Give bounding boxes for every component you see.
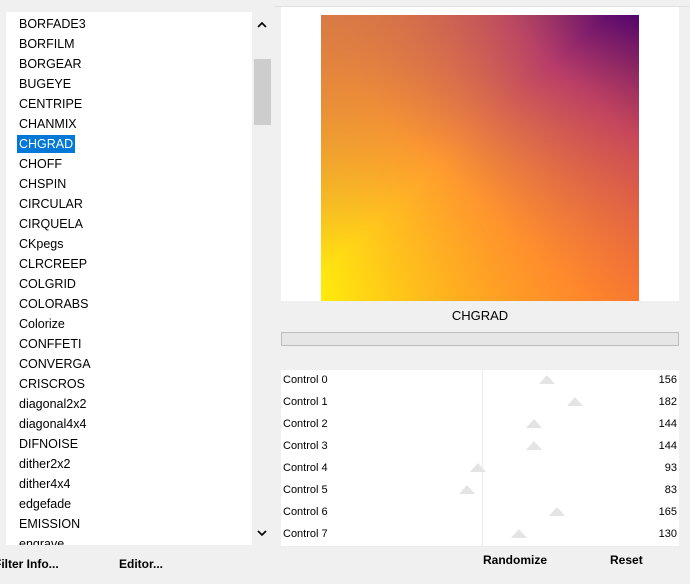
control-slider[interactable] (377, 392, 655, 414)
list-item[interactable]: CHOFF (17, 155, 64, 173)
reset-button[interactable]: Reset (610, 553, 643, 567)
preview-area (281, 7, 679, 301)
list-item[interactable]: engrave (17, 535, 66, 545)
list-item[interactable]: BUGEYE (17, 75, 73, 93)
slider-thumb[interactable] (525, 441, 542, 450)
control-row: Control 0 156 (281, 370, 679, 393)
control-row: Control 5 83 (281, 480, 679, 503)
control-slider[interactable] (377, 370, 655, 392)
control-row: Control 4 93 (281, 458, 679, 481)
control-value: 144 (658, 440, 677, 452)
control-slider[interactable] (377, 436, 655, 458)
list-item[interactable]: CENTRIPE (17, 95, 84, 113)
control-slider[interactable] (377, 480, 655, 502)
list-item[interactable]: COLGRID (17, 275, 78, 293)
list-item[interactable]: COLORABS (17, 295, 90, 313)
control-value: 182 (658, 396, 677, 408)
list-item[interactable]: BORFILM (17, 35, 77, 53)
list-item[interactable]: diagonal4x4 (17, 415, 88, 433)
filter-list[interactable]: BORFADE3 BORFILM BORGEAR BUGEYE CENTRIPE CHAN… (6, 12, 252, 545)
list-scrollbar[interactable] (252, 12, 271, 545)
progress-bar (281, 332, 679, 346)
control-row: Control 7 130 (281, 524, 679, 547)
slider-thumb[interactable] (567, 397, 584, 406)
list-item[interactable]: BORGEAR (17, 55, 84, 73)
control-slider[interactable] (377, 524, 655, 546)
control-label: Control 6 (283, 506, 328, 518)
control-slider[interactable] (377, 502, 655, 524)
list-item[interactable]: Colorize (17, 315, 67, 333)
list-item[interactable]: edgefade (17, 495, 73, 513)
scroll-down-button[interactable] (252, 521, 271, 545)
list-item[interactable]: CONVERGA (17, 355, 93, 373)
control-row: Control 6 165 (281, 502, 679, 525)
controls-panel: Control 0 156 Control 1 182 Control 2 144 Cont… (281, 370, 679, 547)
slider-thumb[interactable] (548, 507, 565, 516)
preview-image (321, 15, 639, 301)
control-value: 83 (664, 484, 677, 496)
randomize-button[interactable]: Randomize (483, 553, 547, 567)
control-value: 144 (658, 418, 677, 430)
slider-thumb[interactable] (459, 485, 476, 494)
list-item[interactable]: CHGRAD (17, 135, 76, 153)
control-label: Control 1 (283, 396, 328, 408)
control-label: Control 7 (283, 528, 328, 540)
control-label: Control 5 (283, 484, 328, 496)
control-slider[interactable] (377, 414, 655, 436)
scroll-thumb[interactable] (254, 59, 271, 125)
list-item[interactable]: CRISCROS (17, 375, 87, 393)
slider-center-tick (482, 414, 483, 436)
list-item[interactable]: dither4x4 (17, 475, 72, 493)
control-label: Control 2 (283, 418, 328, 430)
slider-center-tick (482, 524, 483, 546)
list-item[interactable]: diagonal2x2 (17, 395, 88, 413)
list-item[interactable]: CIRCULAR (17, 195, 85, 213)
slider-center-tick (482, 370, 483, 392)
list-item[interactable]: BORFADE3 (17, 15, 88, 33)
list-item[interactable]: CLRCREEP (17, 255, 89, 273)
slider-thumb[interactable] (539, 375, 556, 384)
chevron-up-icon (256, 21, 267, 28)
list-item[interactable]: DIFNOISE (17, 435, 80, 453)
control-label: Control 3 (283, 440, 328, 452)
slider-thumb[interactable] (510, 529, 527, 538)
list-item[interactable]: CKpegs (17, 235, 65, 253)
filter-info-button[interactable]: Filter Info... (0, 552, 59, 576)
list-item[interactable]: dither2x2 (17, 455, 72, 473)
control-value: 130 (658, 528, 677, 540)
list-item[interactable]: CIRQUELA (17, 215, 85, 233)
slider-thumb[interactable] (470, 463, 487, 472)
slider-center-tick (482, 502, 483, 524)
list-item[interactable]: EMISSION (17, 515, 82, 533)
chevron-down-icon (256, 529, 267, 536)
control-row: Control 2 144 (281, 414, 679, 437)
control-value: 156 (658, 374, 677, 386)
control-value: 93 (664, 462, 677, 474)
editor-button[interactable]: Editor... (119, 552, 163, 576)
slider-center-tick (482, 480, 483, 502)
control-label: Control 0 (283, 374, 328, 386)
list-item[interactable]: CHSPIN (17, 175, 68, 193)
left-panel: BORFADE3 BORFILM BORGEAR BUGEYE CENTRIPE CHAN… (0, 0, 276, 584)
filter-name-label: CHGRAD (451, 308, 509, 323)
control-value: 165 (658, 506, 677, 518)
control-slider[interactable] (377, 458, 655, 480)
list-item[interactable]: CHANMIX (17, 115, 79, 133)
scroll-up-button[interactable] (252, 12, 271, 36)
control-row: Control 3 144 (281, 436, 679, 459)
slider-thumb[interactable] (525, 419, 542, 428)
control-row: Control 1 182 (281, 392, 679, 415)
list-item[interactable]: CONFFETI (17, 335, 84, 353)
slider-center-tick (482, 392, 483, 414)
control-label: Control 4 (283, 462, 328, 474)
slider-center-tick (482, 436, 483, 458)
